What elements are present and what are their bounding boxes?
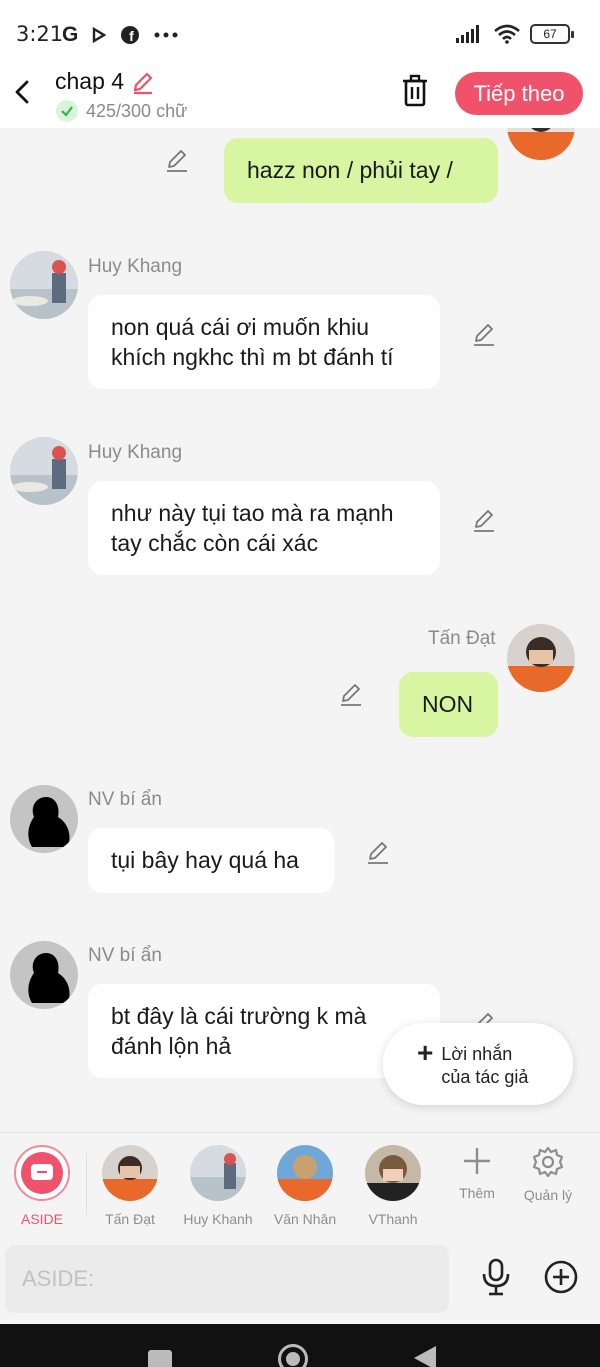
message-text-line: như này tụi tao mà ra mạnh <box>111 500 394 526</box>
check-icon <box>56 100 78 122</box>
play-icon <box>93 27 107 43</box>
add-character-button[interactable]: Thêm <box>442 1145 512 1201</box>
message-bubble[interactable]: hazz non / phủi tay / <box>224 138 498 203</box>
avatar[interactable] <box>10 437 78 505</box>
chat-bubble-icon <box>31 1164 53 1180</box>
back-arrow-icon[interactable] <box>8 76 36 108</box>
message-text-line: tay chắc còn cái xác <box>111 530 319 556</box>
character-item[interactable]: Văn Nhân <box>261 1145 349 1227</box>
signal-icon <box>456 25 479 43</box>
recents-icon[interactable] <box>148 1350 172 1367</box>
edit-message-icon[interactable] <box>164 147 190 173</box>
author-note-line: Lời nhắn <box>441 1044 513 1064</box>
google-icon: G <box>62 23 79 46</box>
message-text-line: bt đây là cái trường k mà <box>111 1003 367 1029</box>
edit-message-icon[interactable] <box>365 839 391 865</box>
avatar[interactable] <box>507 624 575 692</box>
message-text-line: non quá cái ơi muốn khiu <box>111 314 370 340</box>
add-circle-icon[interactable] <box>543 1259 579 1295</box>
gear-icon <box>532 1146 564 1178</box>
chat-area[interactable]: hazz non / phủi tay / Huy Khang non quá … <box>0 128 600 1132</box>
message-text: hazz non / phủi tay / <box>247 157 453 183</box>
manage-label: Quản lý <box>523 1187 573 1203</box>
edit-title-icon[interactable] <box>130 69 156 95</box>
author-note-button[interactable]: + Lời nhắn của tác giả <box>383 1023 573 1105</box>
avatar <box>277 1145 333 1201</box>
character-item[interactable]: VThanh <box>349 1145 437 1227</box>
manage-button[interactable]: Quản lý <box>513 1145 583 1203</box>
home-icon[interactable] <box>278 1344 308 1367</box>
character-name: Tấn Đạt <box>105 1211 155 1227</box>
status-bar: 3:21 G f 67 <box>0 0 600 66</box>
avatar[interactable] <box>10 941 78 1009</box>
avatar <box>102 1145 158 1201</box>
message-text: NON <box>422 691 474 717</box>
message-bubble[interactable]: tụi bây hay quá ha <box>88 828 334 893</box>
facebook-icon: f <box>121 26 140 44</box>
edit-message-icon[interactable] <box>471 507 497 533</box>
aside-avatar <box>14 1145 70 1201</box>
character-bar: ASIDE Tấn Đạt Huy Khanh Văn Nhân VThanh … <box>0 1132 600 1234</box>
plus-icon <box>464 1148 490 1174</box>
character-item[interactable]: Huy Khanh <box>174 1145 262 1227</box>
edit-message-icon[interactable] <box>471 321 497 347</box>
battery-level: 67 <box>543 27 557 41</box>
avatar[interactable] <box>507 128 575 160</box>
message-text: tụi bây hay quá ha <box>111 847 299 873</box>
sender-name: NV bí ẩn <box>88 789 162 810</box>
character-name: Huy Khanh <box>183 1211 253 1227</box>
chapter-title: chap 4 <box>55 68 125 94</box>
back-icon[interactable] <box>414 1346 436 1367</box>
author-note-line: của tác giả <box>441 1067 529 1087</box>
word-count-label: 425/300 chữ <box>86 100 188 121</box>
message-input[interactable] <box>5 1245 449 1313</box>
character-name: ASIDE <box>20 1211 63 1227</box>
status-time: 3:21 <box>16 22 64 46</box>
wifi-icon <box>494 24 520 44</box>
avatar <box>190 1145 246 1201</box>
page-title: chap 4 <box>55 68 156 95</box>
input-area <box>0 1234 600 1324</box>
more-dots-icon <box>154 32 178 38</box>
system-nav-bar <box>0 1324 600 1367</box>
character-name: VThanh <box>368 1211 418 1227</box>
character-aside[interactable]: ASIDE <box>0 1145 86 1227</box>
message-text-line: đánh lộn hả <box>111 1033 232 1059</box>
app-header: chap 4 425/300 chữ Tiếp theo <box>0 66 600 128</box>
battery-icon: 67 <box>530 24 574 44</box>
svg-text:f: f <box>130 28 135 44</box>
sender-name: Huy Khang <box>88 256 183 277</box>
message-bubble[interactable]: non quá cái ơi muốn khiu khích ngkhc thì… <box>88 295 440 389</box>
message-bubble[interactable]: như này tụi tao mà ra mạnh tay chắc còn … <box>88 481 440 575</box>
character-name: Văn Nhân <box>273 1211 337 1227</box>
edit-message-icon[interactable] <box>338 681 364 707</box>
add-label: Thêm <box>459 1185 495 1201</box>
avatar <box>365 1145 421 1201</box>
message-text-line: khích ngkhc thì m bt đánh tí <box>111 344 394 370</box>
avatar[interactable] <box>10 251 78 319</box>
trash-icon[interactable] <box>400 74 430 108</box>
microphone-icon[interactable] <box>480 1258 512 1296</box>
avatar[interactable] <box>10 785 78 853</box>
sender-name: Tấn Đạt <box>428 628 496 649</box>
plus-icon: + <box>417 1037 434 1068</box>
character-item[interactable]: Tấn Đạt <box>86 1145 174 1227</box>
sender-name: NV bí ẩn <box>88 945 162 966</box>
next-button[interactable]: Tiếp theo <box>455 72 583 115</box>
word-count: 425/300 chữ <box>56 100 187 122</box>
sender-name: Huy Khang <box>88 442 183 463</box>
message-bubble[interactable]: NON <box>399 672 498 737</box>
